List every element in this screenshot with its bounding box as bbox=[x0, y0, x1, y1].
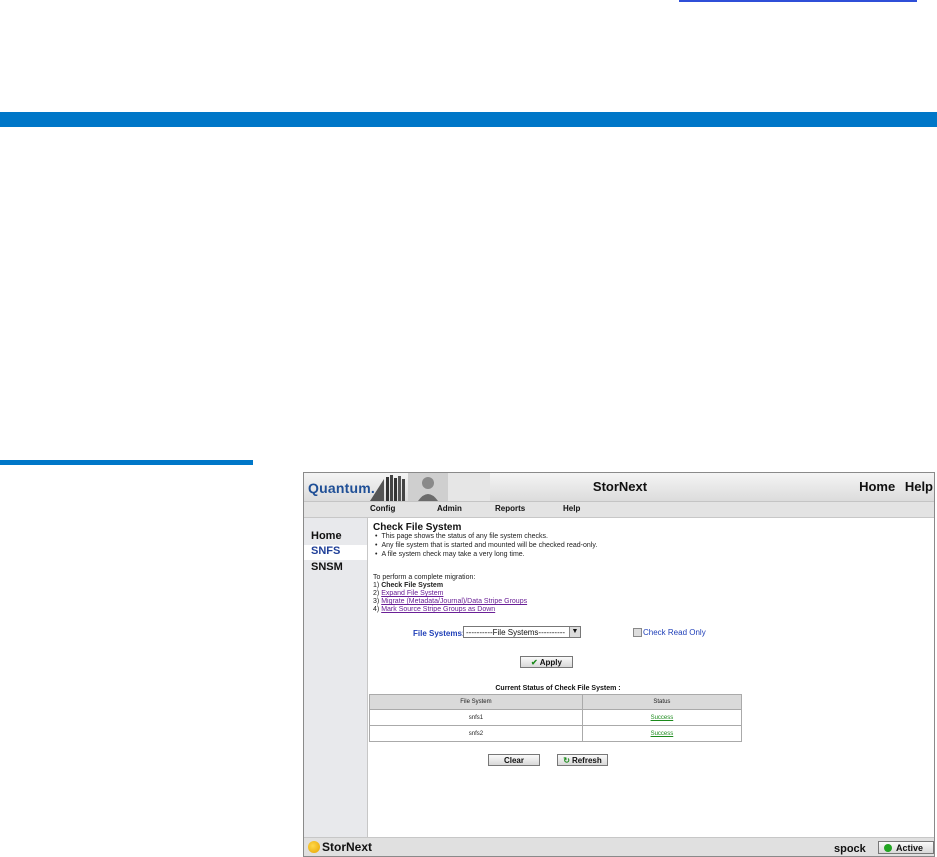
step-item: 2) Expand File System bbox=[373, 590, 444, 597]
step-current: Check File System bbox=[381, 582, 444, 589]
status-cell: Success bbox=[581, 725, 743, 742]
home-link[interactable]: Home bbox=[859, 479, 895, 494]
migration-steps: To perform a complete migration: 1) Chec… bbox=[373, 574, 527, 614]
file-systems-label: File Systems: bbox=[413, 629, 465, 638]
bullet-item: Any file system that is started and moun… bbox=[373, 541, 597, 550]
column-header: File System bbox=[369, 694, 583, 710]
file-system-cell: snfs1 bbox=[369, 709, 583, 726]
banner-links: Home Help bbox=[853, 479, 933, 494]
stornext-screenshot: Quantum. StorNext Home Help Config Admin… bbox=[303, 472, 935, 857]
status-link[interactable]: Success bbox=[651, 715, 674, 721]
migrate-stripe-groups-link[interactable]: Migrate (Metadata/Journal)/Data Stripe G… bbox=[381, 598, 527, 605]
apply-button[interactable]: ✔ Apply bbox=[520, 656, 573, 668]
refresh-button[interactable]: ↻ Refresh bbox=[557, 754, 608, 766]
table-title: Current Status of Check File System : bbox=[495, 685, 621, 692]
check-read-only-checkbox[interactable] bbox=[633, 628, 642, 637]
file-system-cell: snfs2 bbox=[369, 725, 583, 742]
status-dot-icon bbox=[884, 844, 892, 852]
table-row: snfs2 Success bbox=[369, 725, 743, 742]
file-systems-select[interactable]: ----------File Systems---------- ▼ bbox=[463, 626, 581, 638]
check-icon: ✔ bbox=[531, 658, 538, 667]
clear-button[interactable]: Clear bbox=[488, 754, 540, 766]
sun-icon bbox=[308, 841, 320, 853]
table-header-row: File System Status bbox=[369, 694, 743, 710]
step-item: 1) Check File System bbox=[373, 582, 444, 589]
menu-reports[interactable]: Reports bbox=[495, 504, 525, 513]
menu-admin[interactable]: Admin bbox=[437, 504, 462, 513]
mark-stripe-groups-down-link[interactable]: Mark Source Stripe Groups as Down bbox=[381, 606, 495, 613]
page-band bbox=[0, 112, 937, 127]
stornext-footer-logo: StorNext bbox=[308, 840, 372, 854]
sidebar-item-home[interactable]: Home bbox=[304, 530, 367, 545]
sidebar-item-snsm[interactable]: SNSM bbox=[304, 561, 367, 576]
sidebar: Home SNFS SNSM bbox=[304, 518, 368, 838]
status-button[interactable]: Active bbox=[878, 841, 934, 854]
top-link-rule bbox=[679, 0, 917, 2]
banner: Quantum. StorNext Home Help bbox=[304, 473, 934, 502]
step-item: 4) Mark Source Stripe Groups as Down bbox=[373, 606, 496, 613]
side-rule bbox=[0, 460, 253, 465]
sidebar-item-snfs[interactable]: SNFS bbox=[304, 545, 367, 560]
help-link[interactable]: Help bbox=[905, 479, 933, 494]
host-name: spock bbox=[834, 843, 866, 855]
step-item: 3) Migrate (Metadata/Journal)/Data Strip… bbox=[373, 598, 528, 605]
menu-help[interactable]: Help bbox=[563, 504, 580, 513]
menu-config[interactable]: Config bbox=[370, 504, 395, 513]
expand-fs-link[interactable]: Expand File System bbox=[381, 590, 443, 597]
refresh-icon: ↻ bbox=[563, 756, 570, 765]
bullet-item: This page shows the status of any file s… bbox=[373, 532, 597, 541]
file-systems-value: ----------File Systems---------- bbox=[466, 628, 566, 637]
main-content: Check File System This page shows the st… bbox=[369, 522, 928, 837]
status-cell: Success bbox=[581, 709, 743, 726]
status-link[interactable]: Success bbox=[651, 731, 674, 737]
info-bullets: This page shows the status of any file s… bbox=[373, 532, 597, 559]
column-header: Status bbox=[581, 694, 743, 710]
check-read-only-label: Check Read Only bbox=[643, 628, 706, 637]
menu-bar: Config Admin Reports Help bbox=[304, 502, 934, 518]
chevron-down-icon: ▼ bbox=[569, 627, 580, 637]
app-title: StorNext bbox=[592, 479, 648, 494]
status-table: File System Status snfs1 Success snfs2 S… bbox=[369, 694, 743, 742]
migration-intro: To perform a complete migration: bbox=[373, 574, 476, 581]
footer: StorNext spock Active bbox=[304, 837, 934, 856]
bullet-item: A file system check may take a very long… bbox=[373, 550, 597, 559]
table-row: snfs1 Success bbox=[369, 709, 743, 726]
